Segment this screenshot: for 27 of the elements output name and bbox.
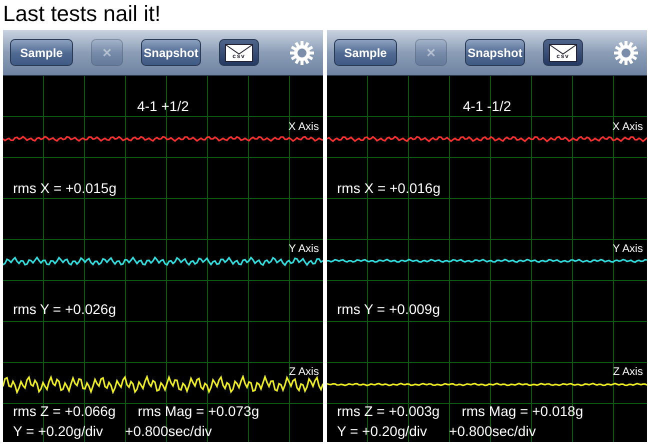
settings-button[interactable]: [613, 40, 639, 66]
y-scale: Y = +0.20g/div: [337, 422, 428, 441]
toolbar-button[interactable]: Snapshot: [141, 39, 201, 66]
page-heading: Last tests nail it!: [2, 0, 162, 28]
rms-reading: rms Y = +0.009g: [337, 300, 440, 319]
time-scale: +0.800sec/div: [449, 422, 536, 441]
axis-label: Y Axis: [612, 244, 644, 255]
plot-title: 4-1 -1/2: [462, 97, 512, 116]
time-scale: +0.800sec/div: [125, 422, 212, 441]
rms-reading: rms Z = +0.003g: [337, 402, 440, 421]
toolbar-button[interactable]: Sample: [334, 39, 397, 66]
plot-title: 4-1 +1/2: [137, 97, 189, 116]
toolbar-button[interactable]: Snapshot: [465, 39, 525, 66]
axis-label: X Axis: [288, 122, 320, 133]
axis-label: Z Axis: [613, 367, 644, 378]
rms-magnitude: rms Mag = +0.073g: [138, 402, 260, 421]
y-scale: Y = +0.20g/div: [13, 422, 104, 441]
axis-label: X Axis: [612, 122, 644, 133]
rms-reading: rms Y = +0.026g: [13, 300, 116, 319]
rms-magnitude: rms Mag = +0.018g: [462, 402, 584, 421]
settings-button[interactable]: [289, 40, 315, 66]
rms-reading: rms Z = +0.066g: [13, 402, 116, 421]
axis-label: Z Axis: [289, 367, 320, 378]
rms-reading: rms X = +0.016g: [337, 179, 441, 198]
axis-label: Y Axis: [288, 244, 320, 255]
rms-reading: rms X = +0.015g: [13, 179, 117, 198]
toolbar-button[interactable]: Sample: [10, 39, 73, 66]
